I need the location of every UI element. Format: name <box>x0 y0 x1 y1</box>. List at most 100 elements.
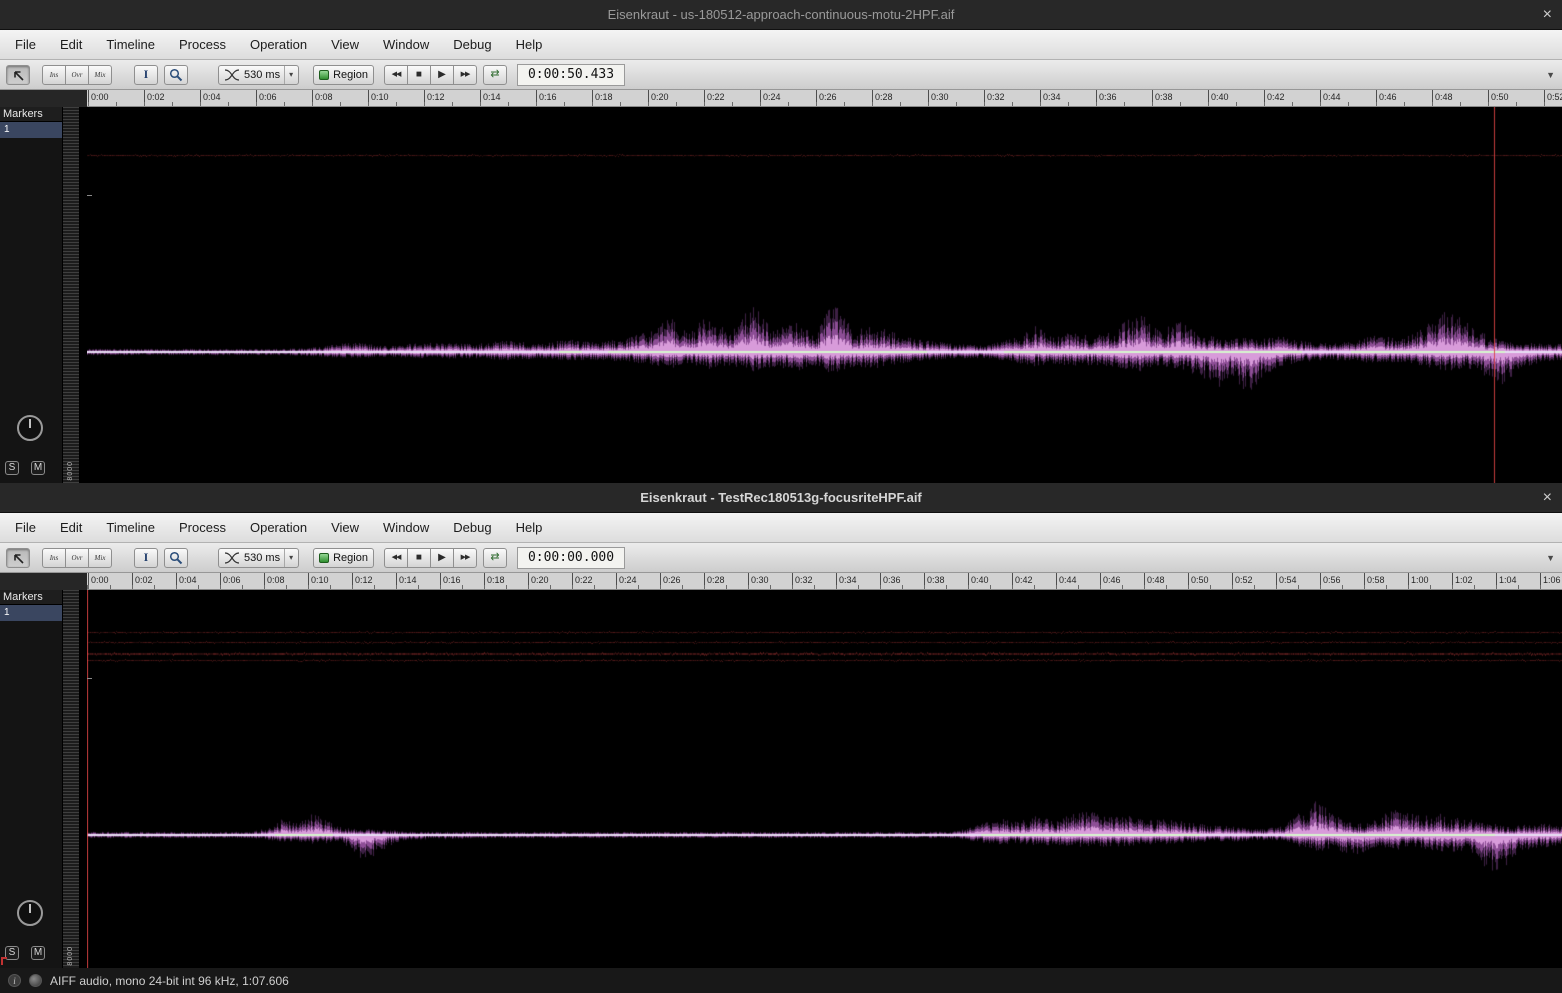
menu-file[interactable]: File <box>3 513 48 542</box>
close-icon[interactable]: × <box>1543 7 1552 23</box>
timeline-ruler[interactable]: 0:000:020:040:060:080:100:120:140:160:18… <box>87 90 1562 107</box>
ruler-spacer <box>0 573 87 590</box>
waveform-area <box>87 590 1562 968</box>
rewind-button[interactable]: ◀◀ <box>384 548 408 568</box>
time-display[interactable]: 0:00:00.000 <box>517 547 625 569</box>
menu-help[interactable]: Help <box>504 30 555 59</box>
pointer-tool-button[interactable] <box>6 65 30 85</box>
window-bottom: Eisenkraut - TestRec180513g-focusriteHPF… <box>0 483 1562 968</box>
waveform-canvas[interactable] <box>87 107 1562 483</box>
gain-knob[interactable] <box>17 415 43 441</box>
zoom-tool-button[interactable] <box>164 548 188 568</box>
fast-forward-button[interactable]: ▶▶ <box>453 65 477 85</box>
magnifier-icon <box>169 68 183 82</box>
region-dropdown[interactable]: Region <box>313 65 374 85</box>
menu-view[interactable]: View <box>319 513 371 542</box>
menu-file[interactable]: File <box>3 30 48 59</box>
menubar: File Edit Timeline Process Operation Vie… <box>0 30 1562 60</box>
status-text: AIFF audio, mono 24-bit int 96 kHz, 1:07… <box>50 974 289 988</box>
blend-value: 530 ms <box>244 552 280 564</box>
loop-button[interactable]: ⇄ <box>483 548 507 568</box>
menu-process[interactable]: Process <box>167 513 238 542</box>
rewind-button[interactable]: ◀◀ <box>384 65 408 85</box>
blend-dropdown[interactable]: 530 ms ▾ <box>218 548 299 568</box>
edit-mode-mix-label: Mix <box>95 71 106 79</box>
menu-edit[interactable]: Edit <box>48 30 94 59</box>
ibeam-tool-button[interactable]: I <box>134 65 158 85</box>
edit-mode-insert-button[interactable]: Ins <box>42 548 66 568</box>
edit-mode-insert-button[interactable]: Ins <box>42 65 66 85</box>
edit-mode-mix-button[interactable]: Mix <box>88 65 112 85</box>
menu-view[interactable]: View <box>319 30 371 59</box>
ibeam-tool-button[interactable]: I <box>134 548 158 568</box>
solo-button[interactable]: S <box>5 946 19 960</box>
fast-forward-icon: ▶▶ <box>461 554 470 561</box>
zoom-tool-button[interactable] <box>164 65 188 85</box>
loop-button[interactable]: ⇄ <box>483 65 507 85</box>
stop-button[interactable]: ■ <box>407 548 431 568</box>
titlebar: Eisenkraut - TestRec180513g-focusriteHPF… <box>0 483 1562 513</box>
menu-window[interactable]: Window <box>371 513 441 542</box>
gain-knob[interactable] <box>17 900 43 926</box>
selection-start-marker <box>1 957 7 965</box>
marker-item[interactable]: 1 <box>0 605 62 621</box>
stop-button[interactable]: ■ <box>407 65 431 85</box>
menu-process[interactable]: Process <box>167 30 238 59</box>
edit-mode-group: Ins Ovr Mix <box>42 65 112 85</box>
waveform-area <box>87 107 1562 483</box>
markers-panel: Markers 1 S M <box>0 107 62 483</box>
loop-icon: ⇄ <box>490 552 499 563</box>
edit-mode-mix-button[interactable]: Mix <box>88 548 112 568</box>
waveform-canvas[interactable] <box>87 590 1562 968</box>
fast-forward-button[interactable]: ▶▶ <box>453 548 477 568</box>
pointer-icon <box>11 68 25 82</box>
play-button[interactable]: ▶ <box>430 65 454 85</box>
chevron-down-icon: ▾ <box>284 66 293 84</box>
menu-debug[interactable]: Debug <box>441 513 503 542</box>
marker-item[interactable]: 1 <box>0 122 62 138</box>
menu-edit[interactable]: Edit <box>48 513 94 542</box>
pointer-tool-button[interactable] <box>6 548 30 568</box>
menu-window[interactable]: Window <box>371 30 441 59</box>
stop-icon: ■ <box>416 553 422 563</box>
region-icon <box>319 70 329 80</box>
markers-header: Markers <box>0 590 62 605</box>
vertical-zoom-scrollbar[interactable]: 8000 <box>62 107 80 483</box>
mute-button[interactable]: M <box>31 461 45 475</box>
chevron-down-icon: ▾ <box>284 549 293 567</box>
window-corner-icon[interactable]: ▼ <box>1546 553 1555 563</box>
menu-timeline[interactable]: Timeline <box>94 30 167 59</box>
fast-forward-icon: ▶▶ <box>461 71 470 78</box>
amplitude-tick <box>87 678 92 679</box>
solo-button[interactable]: S <box>5 461 19 475</box>
rewind-icon: ◀◀ <box>392 554 401 561</box>
menu-timeline[interactable]: Timeline <box>94 513 167 542</box>
blend-dropdown[interactable]: 530 ms ▾ <box>218 65 299 85</box>
menubar: File Edit Timeline Process Operation Vie… <box>0 513 1562 543</box>
edit-mode-overwrite-button[interactable]: Ovr <box>65 548 89 568</box>
time-display[interactable]: 0:00:50.433 <box>517 64 625 86</box>
menu-operation[interactable]: Operation <box>238 513 319 542</box>
panel-divider <box>80 590 87 968</box>
mute-button[interactable]: M <box>31 946 45 960</box>
close-icon[interactable]: × <box>1543 490 1552 506</box>
edit-mode-overwrite-button[interactable]: Ovr <box>65 65 89 85</box>
menu-help[interactable]: Help <box>504 513 555 542</box>
pointer-icon <box>11 551 25 565</box>
channel-buttons: S M <box>5 946 45 960</box>
timeline-ruler[interactable]: 0:000:020:040:060:080:100:120:140:160:18… <box>87 573 1562 590</box>
blend-value: 530 ms <box>244 69 280 81</box>
toolbar: Ins Ovr Mix I 530 ms ▾ Region ◀◀ ■ ▶ ▶▶ <box>0 543 1562 573</box>
menu-operation[interactable]: Operation <box>238 30 319 59</box>
crossfade-icon <box>224 552 240 564</box>
region-dropdown[interactable]: Region <box>313 548 374 568</box>
amplitude-tick <box>87 195 92 196</box>
play-button[interactable]: ▶ <box>430 548 454 568</box>
vertical-zoom-scrollbar[interactable]: 8000 <box>62 590 80 968</box>
menu-debug[interactable]: Debug <box>441 30 503 59</box>
window-corner-icon[interactable]: ▼ <box>1546 70 1555 80</box>
ibeam-icon: I <box>144 550 149 565</box>
info-icon[interactable]: i <box>8 974 21 987</box>
titlebar: Eisenkraut - us-180512-approach-continuo… <box>0 0 1562 30</box>
stop-icon: ■ <box>416 70 422 80</box>
